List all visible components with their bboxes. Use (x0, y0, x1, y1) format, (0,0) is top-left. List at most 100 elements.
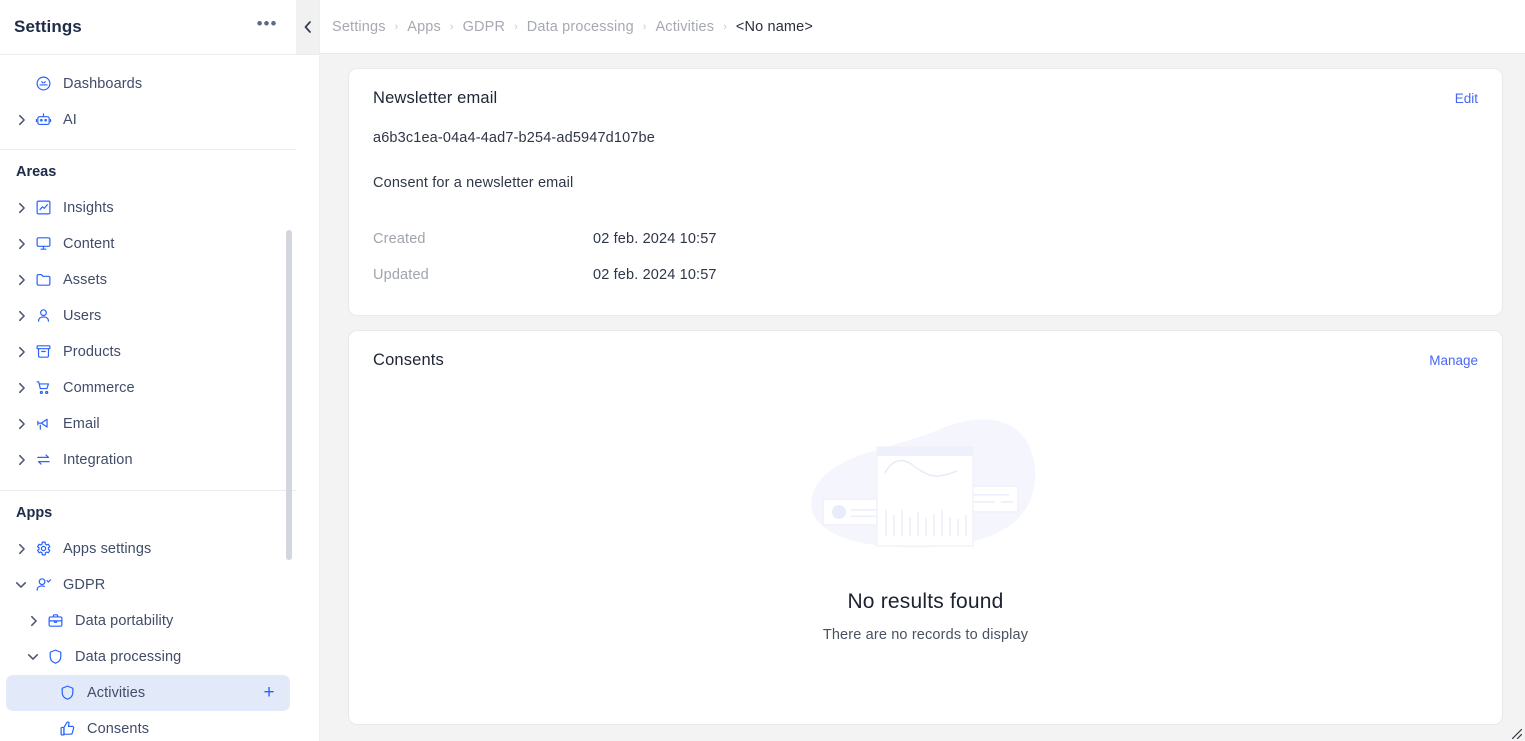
chart-line-icon (32, 197, 54, 219)
sidebar-item-label: Data portability (75, 612, 174, 629)
chevron-right-icon[interactable] (10, 370, 32, 406)
chevron-right-icon[interactable] (10, 298, 32, 334)
chevron-right-icon: › (449, 20, 454, 33)
archive-icon (32, 341, 54, 363)
sidebar-scrollbar-thumb[interactable] (286, 229, 292, 560)
sidebar-item-gdpr[interactable]: GDPR (6, 567, 290, 603)
sidebar-item-integration[interactable]: Integration (6, 442, 290, 478)
sidebar-item-label: Insights (63, 199, 114, 216)
activity-detail-card-header: Newsletter email Edit (349, 69, 1502, 108)
chevron-right-icon[interactable] (10, 190, 32, 226)
sidebar-item-dashboards[interactable]: Dashboards (6, 66, 290, 102)
sidebar-item-label: Assets (63, 271, 108, 288)
sidebar-item-data-processing[interactable]: Data processing (6, 639, 290, 675)
chevron-down-icon[interactable] (10, 567, 32, 603)
sidebar-item-content[interactable]: Content (6, 226, 290, 262)
chevron-right-icon[interactable] (10, 226, 32, 262)
add-activity-button[interactable]: + (260, 683, 278, 702)
sidebar-collapse-rail (296, 0, 320, 741)
sidebar-group-label-apps: Apps (16, 504, 53, 521)
chevron-right-icon[interactable] (10, 262, 32, 298)
meta-value: 02 feb. 2024 10:57 (593, 231, 717, 247)
empty-state-subtitle: There are no records to display (822, 626, 1029, 643)
chevron-right-icon[interactable] (10, 442, 32, 478)
chevron-right-icon: › (723, 20, 727, 33)
sidebar-more-options-button[interactable]: ••• (254, 14, 280, 40)
chevron-down-icon[interactable] (22, 639, 44, 675)
breadcrumb-item-current: <No name> (735, 18, 813, 35)
sidebar-item-commerce[interactable]: Commerce (6, 370, 290, 406)
consents-empty-state: No results found There are no records to… (349, 370, 1502, 724)
sidebar-collapse-rail-top (296, 0, 319, 54)
user-icon (32, 305, 54, 327)
chevron-right-icon[interactable] (10, 406, 32, 442)
edit-link[interactable]: Edit (1455, 91, 1478, 106)
sidebar-item-assets[interactable]: Assets (6, 262, 290, 298)
sidebar-item-apps-settings[interactable]: Apps settings (6, 531, 290, 567)
sidebar-item-ai[interactable]: AI (6, 102, 290, 138)
sidebar-title: Settings (14, 17, 82, 36)
activity-meta-list: Created 02 feb. 2024 10:57 Updated 02 fe… (373, 221, 1478, 293)
sidebar-item-label: Dashboards (63, 75, 143, 92)
sidebar-item-label: Commerce (63, 379, 135, 396)
meta-label: Updated (373, 267, 429, 283)
cart-icon (32, 377, 54, 399)
sidebar-item-label: GDPR (63, 576, 106, 593)
sidebar-item-label: Integration (63, 451, 133, 468)
dashboard-icon (32, 73, 54, 95)
content-area: Newsletter email Edit a6b3c1ea-04a4-4ad7… (320, 54, 1525, 741)
sidebar-item-label: Products (63, 343, 122, 360)
meta-row-updated: Updated 02 feb. 2024 10:57 (373, 257, 1478, 293)
breadcrumb-item-settings[interactable]: Settings (332, 19, 386, 35)
sidebar-collapse-rail-body (296, 54, 319, 741)
collapse-sidebar-button[interactable] (298, 17, 318, 37)
megaphone-icon (32, 413, 54, 435)
folder-icon (32, 269, 54, 291)
sidebar-item-label: Consents (87, 720, 150, 737)
meta-row-created: Created 02 feb. 2024 10:57 (373, 221, 1478, 257)
robot-icon (32, 109, 54, 131)
chevron-right-icon[interactable] (10, 102, 32, 138)
exchange-icon (32, 449, 54, 471)
sidebar-item-activities[interactable]: Activities + (6, 674, 290, 711)
consents-card-header: Consents Manage (349, 331, 1502, 370)
activity-detail-card: Newsletter email Edit a6b3c1ea-04a4-4ad7… (348, 68, 1503, 316)
sidebar-item-label: Content (63, 235, 115, 252)
chevron-right-icon[interactable] (22, 603, 44, 639)
breadcrumb: Settings › Apps › GDPR › Data processing… (332, 19, 813, 35)
breadcrumb-item-apps[interactable]: Apps (407, 19, 441, 35)
page-title: Newsletter email (373, 89, 498, 107)
sidebar-item-data-portability[interactable]: Data portability (6, 603, 290, 639)
chevron-right-icon: › (394, 20, 399, 33)
sidebar-header: Settings ••• (0, 0, 296, 54)
breadcrumb-item-activities[interactable]: Activities (655, 19, 714, 35)
sidebar-item-label: AI (63, 111, 77, 128)
chevron-right-icon[interactable] (10, 531, 32, 567)
sidebar-item-label: Data processing (75, 648, 182, 665)
sidebar-scroll-area: Dashboards AI Areas Insights Content Ass… (0, 55, 296, 741)
user-check-icon (32, 574, 54, 596)
main-content: Settings › Apps › GDPR › Data processing… (320, 0, 1525, 741)
shield-icon (56, 682, 78, 704)
breadcrumb-item-data-processing[interactable]: Data processing (527, 19, 634, 35)
consents-card: Consents Manage No results found There a… (348, 330, 1503, 725)
chevron-right-icon[interactable] (10, 334, 32, 370)
sidebar-item-users[interactable]: Users (6, 298, 290, 334)
sidebar-item-consents[interactable]: Consents (6, 711, 290, 741)
app-root: Settings ••• Dashboards AI Areas Insight… (0, 0, 1525, 741)
thumbs-up-icon (56, 718, 78, 740)
consents-title: Consents (373, 351, 444, 369)
settings-sidebar: Settings ••• Dashboards AI Areas Insight… (0, 0, 296, 741)
sidebar-item-label: Activities (87, 684, 146, 701)
sidebar-item-email[interactable]: Email (6, 406, 290, 442)
manage-link[interactable]: Manage (1429, 353, 1478, 368)
sidebar-item-insights[interactable]: Insights (6, 190, 290, 226)
breadcrumb-item-gdpr[interactable]: GDPR (463, 19, 506, 35)
activity-uuid: a6b3c1ea-04a4-4ad7-b254-ad5947d107be (373, 130, 655, 146)
sidebar-item-products[interactable]: Products (6, 334, 290, 370)
chevron-right-icon: › (514, 20, 518, 33)
meta-label: Created (373, 231, 426, 247)
sidebar-scrollbar[interactable] (282, 55, 296, 741)
empty-results-illustration (810, 418, 1035, 547)
activity-detail-body: a6b3c1ea-04a4-4ad7-b254-ad5947d107be Con… (349, 108, 1502, 315)
